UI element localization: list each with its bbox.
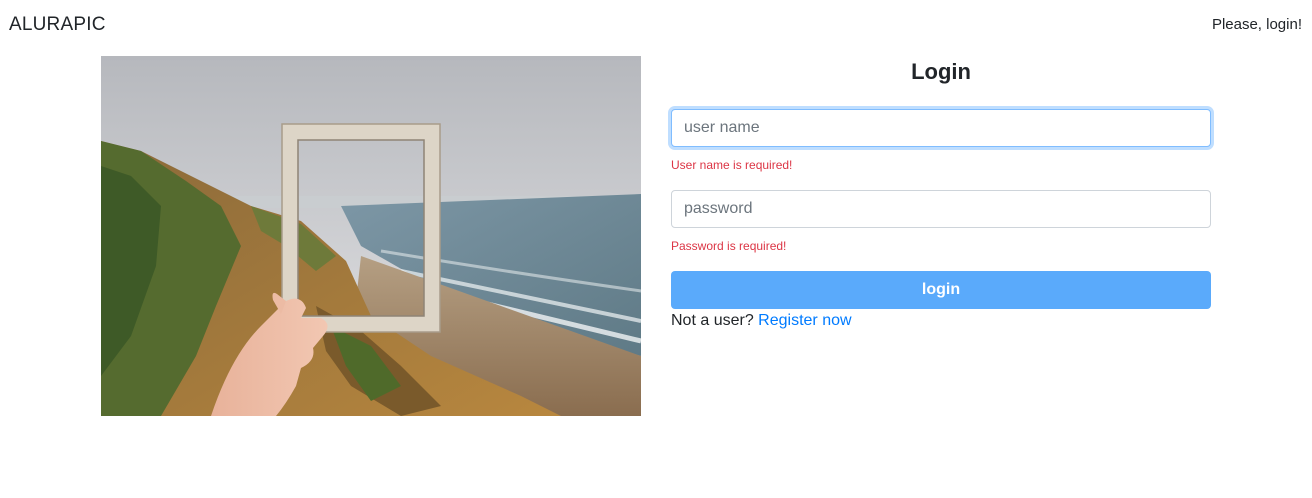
login-title: Login [911, 59, 971, 84]
username-error: User name is required! [671, 158, 793, 172]
register-link[interactable]: Register now [758, 312, 851, 329]
username-input[interactable] [671, 109, 1211, 147]
hero-photo [101, 56, 641, 416]
navbar: ALURAPIC Please, login! [0, 0, 1312, 50]
password-input[interactable] [671, 190, 1211, 228]
login-form: Login User name is required! Password is… [671, 56, 1211, 329]
register-prompt: Not a user? [671, 312, 754, 329]
login-status-text: Please, login! [1211, 16, 1302, 33]
register-prompt-line: Not a user? Register now [671, 312, 852, 330]
brand-logo-link[interactable]: ALURAPIC [9, 14, 106, 36]
login-button[interactable]: login [671, 271, 1211, 309]
password-error: Password is required! [671, 239, 787, 253]
